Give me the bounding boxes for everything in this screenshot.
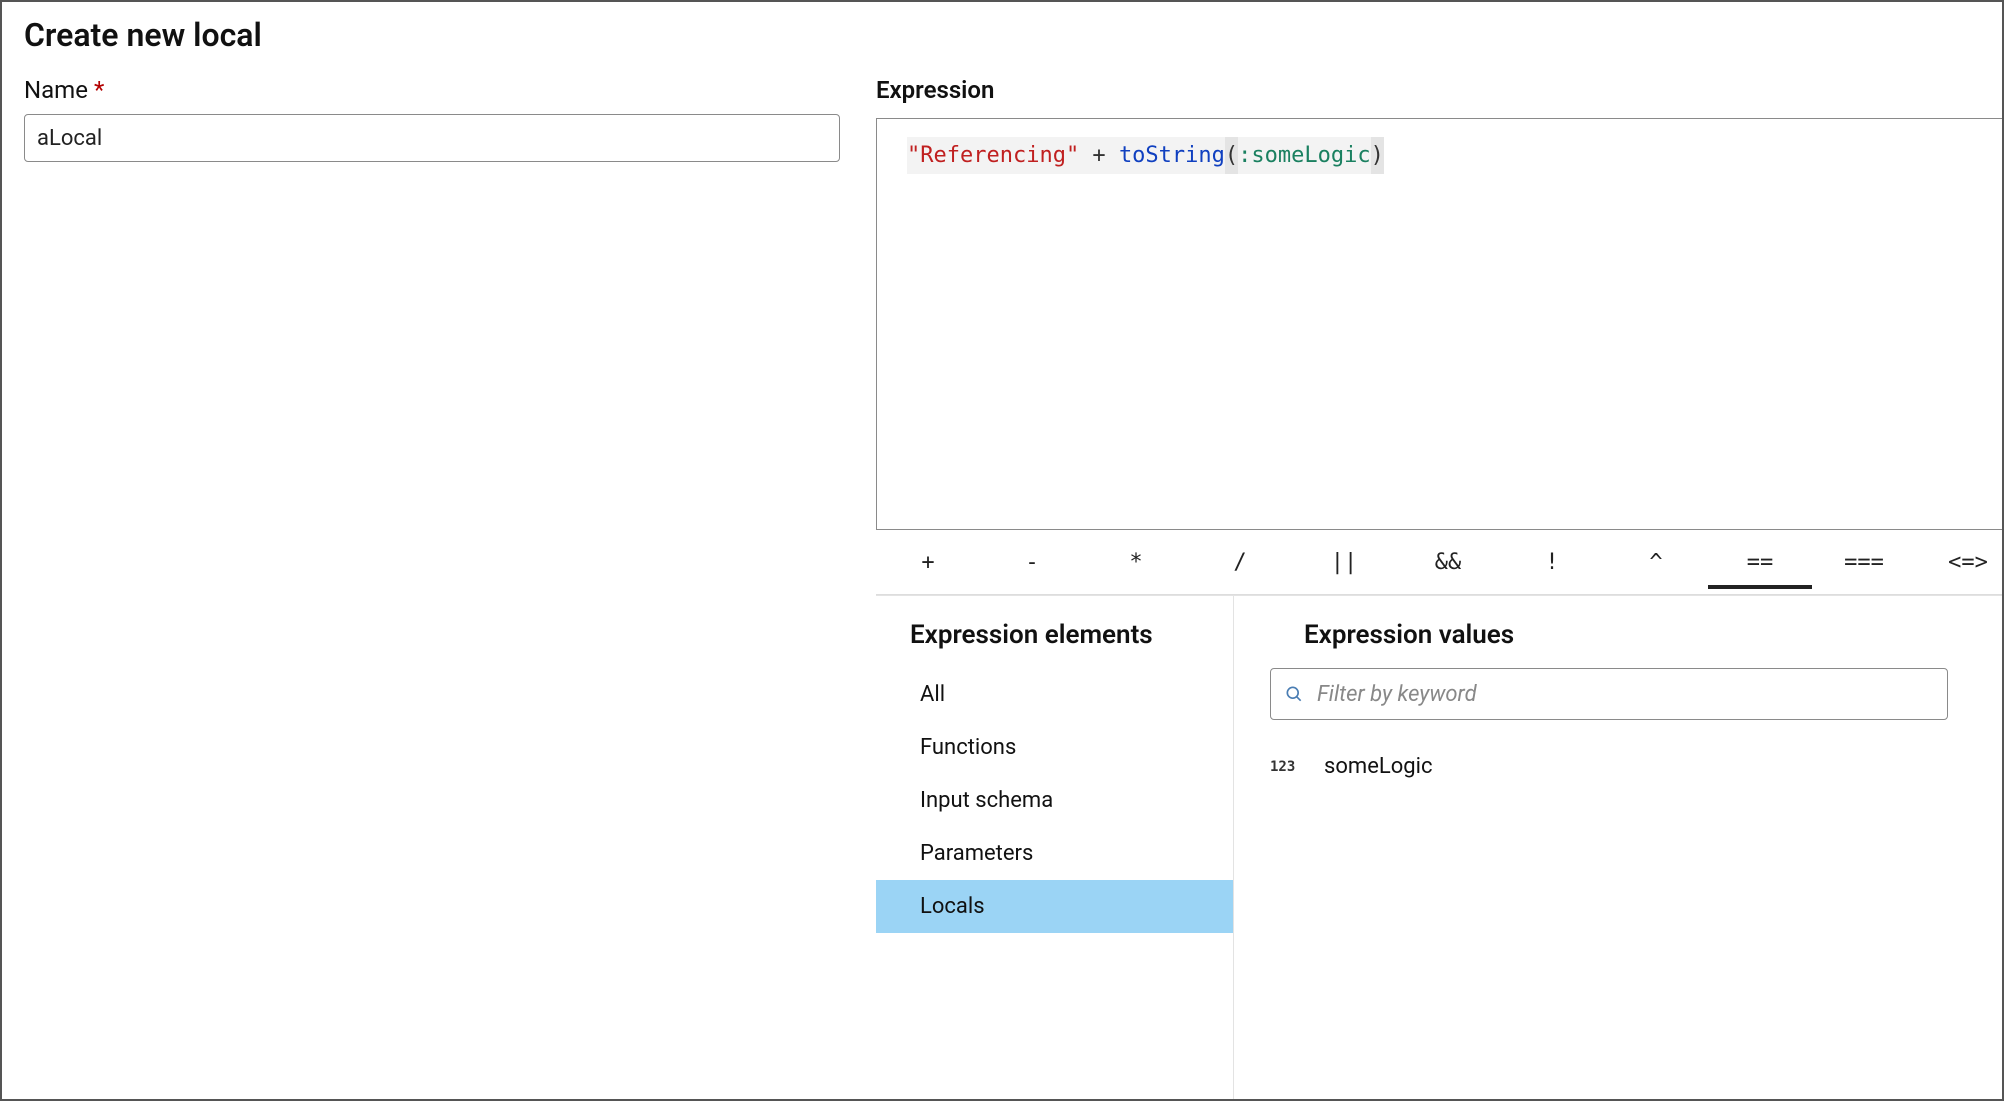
operator-minus-button[interactable]: -	[980, 536, 1084, 589]
expression-editor[interactable]: "Referencing" + toString(:someLogic)	[876, 118, 2002, 530]
value-item[interactable]: 123 someLogic	[1270, 746, 1948, 787]
search-icon	[1284, 684, 1304, 704]
operator-or-button[interactable]: ||	[1292, 536, 1396, 589]
element-item-input[interactable]: Input schema	[876, 774, 1233, 827]
filter-wrap	[1270, 668, 1948, 720]
name-label: Name	[24, 76, 88, 104]
operator-strip: +-*/||&&!^=====<=>	[876, 530, 2002, 594]
expression-bottom-panels: Expression elements AllFunctionsInput sc…	[876, 595, 2002, 1099]
operator-not-button[interactable]: !	[1500, 536, 1604, 589]
token-func: toString	[1119, 143, 1225, 168]
expression-column: Expression "Referencing" + toString(:som…	[876, 76, 2002, 1099]
element-item-all[interactable]: All	[876, 668, 1233, 721]
token-rparen: )	[1371, 137, 1384, 174]
token-lparen: (	[1225, 137, 1238, 174]
create-local-dialog: Create new local Name * Expression "Refe…	[0, 0, 2004, 1101]
name-label-row: Name *	[24, 76, 840, 104]
operator-div-button[interactable]: /	[1188, 536, 1292, 589]
dialog-columns: Name * Expression "Referencing" + toStri…	[2, 76, 2002, 1099]
token-plus: +	[1079, 143, 1119, 168]
expression-values-panel: Expression values 123 someLogic	[1234, 596, 2002, 1099]
expression-values-list: 123 someLogic	[1270, 746, 1948, 787]
operator-cmp-button[interactable]: <=>	[1916, 536, 2002, 589]
token-param: :someLogic	[1238, 143, 1370, 168]
code-line: "Referencing" + toString(:someLogic)	[907, 137, 1384, 174]
dialog-title: Create new local	[2, 2, 2002, 76]
expression-elements-list: AllFunctionsInput schemaParametersLocals	[876, 668, 1233, 933]
token-string: "Referencing"	[907, 143, 1079, 168]
operator-eq-button[interactable]: ==	[1708, 536, 1812, 589]
required-mark: *	[94, 76, 104, 104]
element-item-locals[interactable]: Locals	[876, 880, 1233, 933]
name-column: Name *	[2, 76, 876, 1099]
operator-seq-button[interactable]: ===	[1812, 536, 1916, 589]
expression-elements-panel: Expression elements AllFunctionsInput sc…	[876, 596, 1234, 1099]
value-type-badge: 123	[1270, 759, 1304, 775]
operator-xor-button[interactable]: ^	[1604, 536, 1708, 589]
name-input[interactable]	[24, 114, 840, 162]
filter-input[interactable]	[1270, 668, 1948, 720]
expression-label: Expression	[876, 76, 2002, 104]
operator-and-button[interactable]: &&	[1396, 536, 1500, 589]
expression-elements-title: Expression elements	[876, 620, 1233, 668]
element-item-parameters[interactable]: Parameters	[876, 827, 1233, 880]
operator-mult-button[interactable]: *	[1084, 536, 1188, 589]
value-name: someLogic	[1324, 754, 1432, 779]
expression-values-title: Expression values	[1270, 620, 1948, 668]
element-item-functions[interactable]: Functions	[876, 721, 1233, 774]
operator-plus-button[interactable]: +	[876, 536, 980, 589]
